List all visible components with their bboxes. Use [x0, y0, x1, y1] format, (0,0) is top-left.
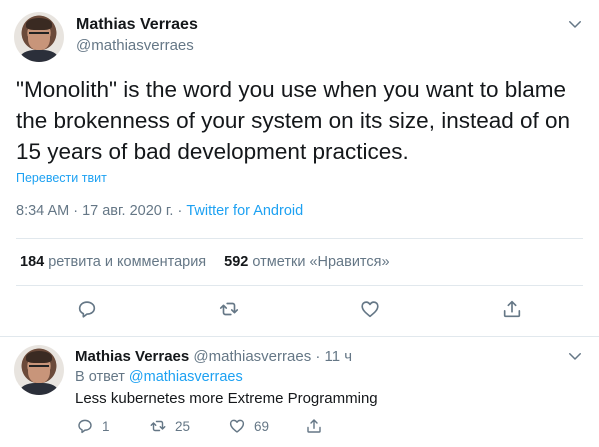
chevron-down-icon[interactable]	[566, 347, 584, 365]
reply-time[interactable]: · 11 ч	[311, 348, 352, 365]
tweet-stats: 184 ретвита и комментария 592 отметки «Нр…	[20, 254, 390, 270]
reply-author-name[interactable]: Mathias Verraes	[75, 348, 189, 365]
reply-to: В ответ @mathiasverraes	[75, 369, 243, 385]
reply-share-button[interactable]	[305, 417, 323, 435]
share-icon	[307, 419, 321, 433]
share-icon[interactable]	[501, 298, 523, 320]
reply-like-button[interactable]: 69	[228, 417, 269, 435]
reply-icon	[78, 419, 92, 434]
retweets-stat[interactable]: 184 ретвита и комментария	[20, 254, 206, 270]
like-count: 69	[254, 418, 270, 434]
retweets-count: 184	[20, 254, 45, 270]
tweet-meta: 8:34 AM · 17 авг. 2020 г. · Twitter for …	[16, 203, 303, 219]
translate-link[interactable]: Перевести твит	[16, 171, 107, 185]
divider	[16, 285, 583, 286]
tweet-text-line: "Monolith" is the word you use when you …	[16, 77, 567, 102]
reply-reply-button[interactable]: 1	[76, 417, 110, 435]
source-link[interactable]: Twitter for Android	[186, 203, 303, 219]
chevron-down-icon[interactable]	[566, 15, 584, 33]
reply-actions: 1 25 69	[0, 417, 599, 437]
reply-header: Mathias Verraes @mathiasverraes · 11 ч	[75, 348, 352, 365]
reply-to-mention[interactable]: @mathiasverraes	[129, 369, 243, 385]
likes-label: отметки «Нравится»	[248, 254, 390, 270]
tweet-text-line: the brokenness of your system on its siz…	[16, 108, 571, 133]
retweet-icon[interactable]	[218, 298, 240, 320]
likes-stat[interactable]: 592 отметки «Нравится»	[224, 254, 389, 270]
like-icon	[229, 419, 245, 433]
author-handle[interactable]: @mathiasverraes	[76, 37, 194, 54]
like-icon[interactable]	[359, 298, 381, 320]
retweet-count: 25	[175, 418, 191, 434]
divider	[0, 336, 599, 337]
retweet-icon	[150, 420, 166, 432]
reply-icon[interactable]	[76, 298, 98, 320]
tweet-text-line: 15 years of bad development practices.	[16, 139, 409, 164]
divider	[16, 238, 583, 239]
avatar[interactable]	[14, 345, 64, 395]
likes-count: 592	[224, 254, 249, 270]
timestamp[interactable]: 8:34 AM · 17 авг. 2020 г. ·	[16, 203, 186, 219]
reply-count: 1	[102, 418, 110, 434]
author-name[interactable]: Mathias Verraes	[76, 16, 198, 34]
reply-text: Less kubernetes more Extreme Programming	[75, 390, 378, 407]
reply-retweet-button[interactable]: 25	[149, 417, 190, 435]
avatar[interactable]	[14, 12, 64, 62]
tweet-actions	[0, 298, 599, 322]
main-tweet: Mathias Verraes @mathiasverraes "Monolit…	[0, 0, 599, 338]
tweet-text: "Monolith" is the word you use when you …	[16, 74, 586, 167]
retweets-label: ретвита и комментария	[44, 254, 207, 270]
reply-to-prefix: В ответ	[75, 369, 129, 385]
reply-author-handle[interactable]: @mathiasverraes	[193, 348, 311, 365]
